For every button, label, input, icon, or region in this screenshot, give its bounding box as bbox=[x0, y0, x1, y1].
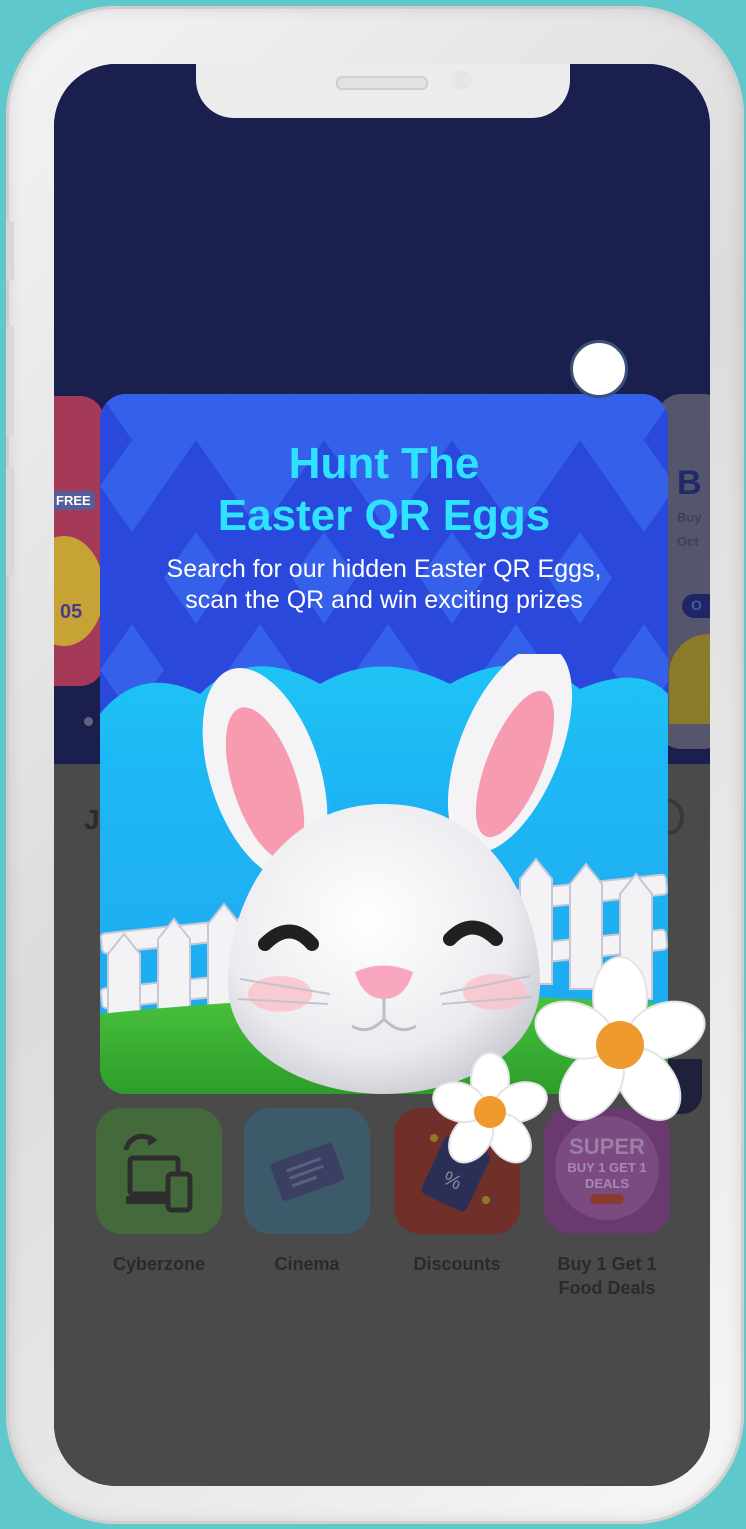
promo-number: 05 bbox=[60, 601, 83, 623]
popup-close-button[interactable] bbox=[570, 340, 628, 398]
category-label-cinema[interactable]: Cinema bbox=[232, 1252, 382, 1276]
promo-heading: B bbox=[677, 464, 702, 502]
category-tile-cyberzone[interactable] bbox=[96, 1108, 222, 1234]
promo-line2: Oct bbox=[677, 534, 699, 549]
popup-title-line2: Easter QR Eggs bbox=[217, 491, 551, 540]
carousel-indicator-dot[interactable] bbox=[84, 717, 93, 726]
category-tile-bogo[interactable]: SUPER BUY 1 GET 1 DEALS bbox=[544, 1108, 670, 1234]
promo-pill-button[interactable]: O bbox=[682, 594, 710, 618]
category-label-discounts[interactable]: Discounts bbox=[382, 1252, 532, 1276]
super-deals-icon: SUPER BUY 1 GET 1 DEALS bbox=[555, 1116, 659, 1220]
svg-text:DEALS: DEALS bbox=[585, 1176, 629, 1191]
category-tile-cinema[interactable] bbox=[244, 1108, 370, 1234]
popup-title-line1: Hunt The bbox=[288, 439, 480, 488]
category-label-bogo[interactable]: Buy 1 Get 1 Food Deals bbox=[532, 1252, 682, 1300]
notch bbox=[196, 64, 570, 118]
promo-decoration bbox=[669, 634, 710, 724]
promo-pill-label: O bbox=[691, 597, 702, 613]
section-title: J bbox=[84, 804, 100, 835]
phone-screen: FREE 05 B Buy Oct O J Cyberzone Cinema %… bbox=[54, 64, 710, 1486]
popup-subtitle-line1: Search for our hidden Easter QR Eggs, bbox=[166, 555, 602, 583]
carousel-card-left[interactable]: FREE 05 bbox=[54, 396, 104, 686]
speaker-grille bbox=[336, 76, 428, 90]
svg-text:BUY 1 GET 1: BUY 1 GET 1 bbox=[567, 1160, 646, 1175]
ticket-icon bbox=[270, 1142, 345, 1201]
scene-background bbox=[100, 654, 668, 1094]
mute-switch bbox=[6, 221, 14, 281]
popup-subtitle-line2: scan the QR and win exciting prizes bbox=[185, 586, 583, 614]
popup-subtitle: Search for our hidden Easter QR Eggs, sc… bbox=[100, 554, 668, 616]
category-label-line1: Buy 1 Get 1 bbox=[557, 1254, 657, 1274]
svg-text:SUPER: SUPER bbox=[569, 1134, 645, 1159]
category-label-line2: Food Deals bbox=[558, 1278, 656, 1298]
promo-line1: Buy bbox=[677, 510, 702, 525]
devices-icon bbox=[123, 1133, 193, 1213]
promo-circle bbox=[54, 536, 104, 646]
discount-tag-icon: % bbox=[421, 1134, 490, 1212]
category-label-cyberzone[interactable]: Cyberzone bbox=[84, 1252, 234, 1276]
volume-down-button bbox=[6, 466, 14, 576]
free-badge: FREE bbox=[54, 491, 95, 510]
easter-promo-popup[interactable]: Hunt The Easter QR Eggs Search for our h… bbox=[100, 394, 668, 1094]
phone-frame: FREE 05 B Buy Oct O J Cyberzone Cinema %… bbox=[6, 6, 744, 1524]
front-camera bbox=[452, 70, 472, 90]
category-tile-discounts[interactable]: % bbox=[394, 1108, 520, 1234]
popup-title: Hunt The Easter QR Eggs bbox=[100, 438, 668, 542]
volume-up-button bbox=[6, 326, 14, 436]
